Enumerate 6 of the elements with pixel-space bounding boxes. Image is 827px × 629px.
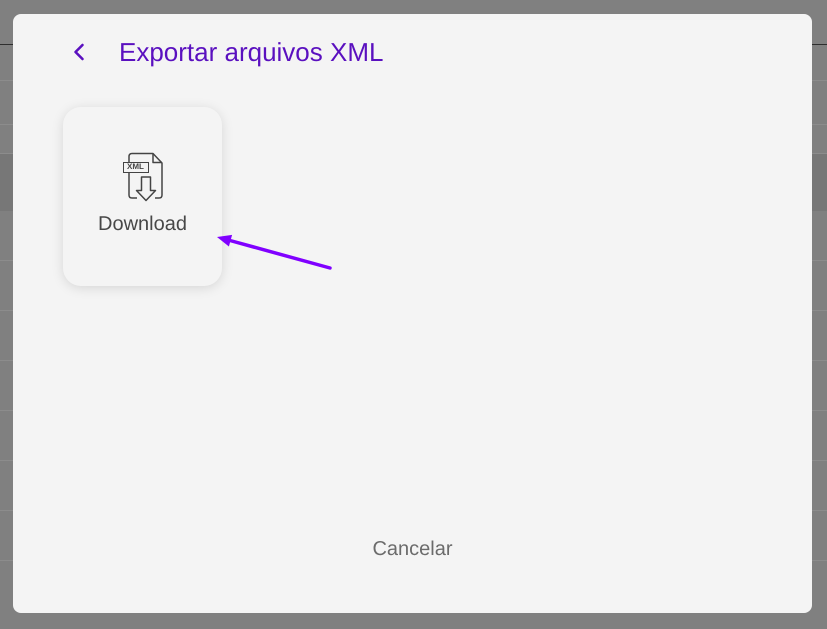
chevron-left-icon	[72, 43, 86, 61]
cancel-button[interactable]: Cancelar	[372, 537, 453, 561]
download-option[interactable]: XML Download	[63, 107, 222, 286]
dialog-title: Exportar arquivos XML	[119, 37, 384, 67]
file-type-tag: XML	[122, 162, 148, 173]
back-button[interactable]	[72, 43, 86, 61]
